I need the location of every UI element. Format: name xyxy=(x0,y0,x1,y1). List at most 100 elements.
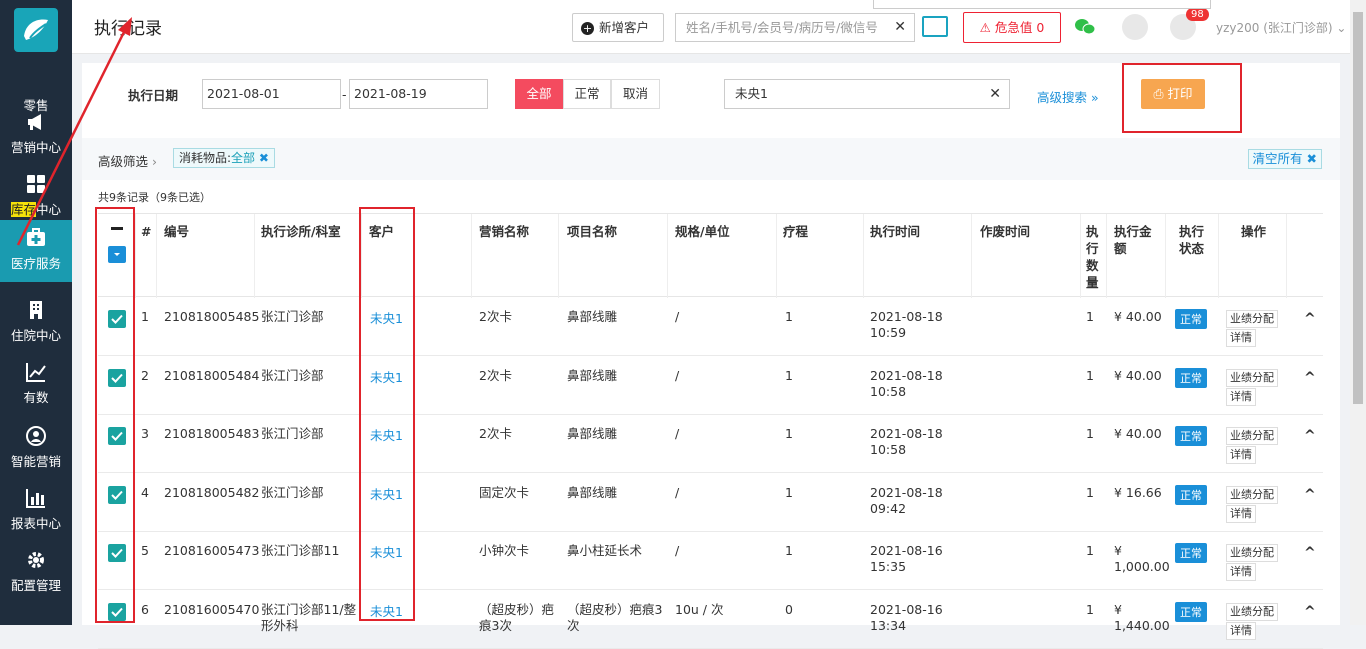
row-course: 1 xyxy=(785,368,793,383)
remove-chip-icon[interactable]: ✖ xyxy=(259,151,269,165)
clear-customer-icon[interactable]: ✕ xyxy=(989,80,1001,108)
row-code: 210818005483 xyxy=(164,426,260,441)
performance-allocation-button[interactable]: 业绩分配 xyxy=(1226,544,1278,562)
table-row[interactable]: 3 210818005483 张江门诊部 未央1 2次卡 鼻部线雕/1 2021-08-18… xyxy=(98,414,1323,473)
performance-allocation-button[interactable]: 业绩分配 xyxy=(1226,369,1278,387)
customer-search-input[interactable]: 姓名/手机号/会员号/病历号/微信号 ✕ xyxy=(675,13,915,42)
chevron-up-icon[interactable]: ^ xyxy=(1304,545,1316,561)
close-icon: ✖ xyxy=(1306,151,1317,166)
filter-all-button[interactable]: 全部 xyxy=(515,79,563,109)
details-button[interactable]: 详情 xyxy=(1226,563,1256,581)
sidebar-item-marketing[interactable]: 营销中心 xyxy=(0,104,72,166)
page-scrollbar[interactable] xyxy=(1350,0,1366,625)
users-icon[interactable] xyxy=(1122,14,1148,40)
chevron-down-icon: ⌄ xyxy=(1336,21,1347,35)
row-exec-time: 10:58 xyxy=(870,442,907,457)
row-amount: ¥ 40.00 xyxy=(1114,426,1162,441)
row-clinic: 张江门诊部 xyxy=(261,426,324,441)
row-index: 1 xyxy=(141,309,149,324)
customer-filter-value: 未央1 xyxy=(735,86,768,101)
performance-allocation-button[interactable]: 业绩分配 xyxy=(1226,427,1278,445)
row-amount: ¥ 40.00 xyxy=(1114,368,1162,383)
row-clinic: 张江门诊部 xyxy=(261,485,324,500)
chevron-up-icon[interactable]: ^ xyxy=(1304,604,1316,620)
chevron-up-icon[interactable]: ^ xyxy=(1304,370,1316,386)
row-code: 210816005470 xyxy=(164,602,260,617)
row-exec-date: 2021-08-18 xyxy=(870,368,943,383)
annotation-box-customer xyxy=(359,207,415,621)
table-row[interactable]: 5 210816005473 张江门诊部11 未央1 小钟次卡 鼻小柱延长术/1 2021-… xyxy=(98,531,1323,590)
critical-value-button[interactable]: ⚠ 危急值 0 xyxy=(963,12,1061,43)
clear-search-icon[interactable]: ✕ xyxy=(894,14,906,41)
sidebar-item-data[interactable]: 有数 xyxy=(0,354,72,416)
sidebar-item-smart-marketing[interactable]: 智能营销 xyxy=(0,418,72,480)
performance-allocation-button[interactable]: 业绩分配 xyxy=(1226,603,1278,621)
row-index: 5 xyxy=(141,543,149,558)
details-button[interactable]: 详情 xyxy=(1226,446,1256,464)
scrollbar-thumb[interactable] xyxy=(1353,12,1363,404)
wechat-icon[interactable] xyxy=(1074,18,1096,36)
sidebar-item-label: 医疗服务 xyxy=(10,256,61,271)
add-customer-button[interactable]: + 新增客户 xyxy=(572,13,664,42)
advanced-search-link[interactable]: 高级搜索 » xyxy=(1037,87,1099,106)
filter-chip-consumables[interactable]: 消耗物品:全部 ✖ xyxy=(173,148,275,168)
row-code: 210816005473 xyxy=(164,543,260,558)
filter-normal-button[interactable]: 正常 xyxy=(563,79,611,109)
sidebar-item-label: 报表中心 xyxy=(10,516,61,531)
page-title: 执行记录 xyxy=(94,19,162,39)
sidebar-item-reports[interactable]: 报表中心 xyxy=(0,480,72,542)
sidebar-item-medical[interactable]: 医疗服务 xyxy=(0,220,72,282)
sidebar-item-config[interactable]: 配置管理 xyxy=(0,542,72,604)
table-row[interactable]: 2 210818005484 张江门诊部 未央1 2次卡 鼻部线雕/1 2021-08-18… xyxy=(98,356,1323,415)
row-qty: 1 xyxy=(1086,309,1094,324)
details-button[interactable]: 详情 xyxy=(1226,388,1256,406)
row-clinic: 张江门诊部 xyxy=(261,368,324,383)
filter-cancel-button[interactable]: 取消 xyxy=(611,79,660,109)
clear-all-filters-button[interactable]: 清空所有 ✖ xyxy=(1247,149,1322,169)
details-button[interactable]: 详情 xyxy=(1226,505,1256,523)
date-from-input[interactable]: 2021-08-01 xyxy=(202,79,341,109)
performance-allocation-button[interactable]: 业绩分配 xyxy=(1226,486,1278,504)
table-row[interactable]: 6 210816005470 张江门诊部11/整形外科 未央1 （超皮秒）疤痕3次 （超皮… xyxy=(98,590,1323,649)
table-row[interactable]: 1 210818005485 张江门诊部 未央1 2次卡 鼻部线雕/1 2021-08-18… xyxy=(98,297,1323,356)
col-spec: 规格/单位 xyxy=(675,224,730,239)
add-customer-label: 新增客户 xyxy=(599,20,650,35)
app-logo[interactable] xyxy=(14,8,58,52)
col-course: 疗程 xyxy=(783,224,809,239)
chevron-up-icon[interactable]: ^ xyxy=(1304,311,1316,327)
sidebar-item-label: 住院中心 xyxy=(10,328,61,343)
row-index: 3 xyxy=(141,426,149,441)
row-amount-cont: 1,440.00 xyxy=(1114,618,1170,633)
row-spec: / xyxy=(675,368,680,383)
date-label: 执行日期 xyxy=(128,88,179,103)
row-exec-time: 15:35 xyxy=(870,559,907,574)
date-separator: - xyxy=(342,87,347,102)
warning-icon: ⚠ xyxy=(979,20,991,35)
status-badge: 正常 xyxy=(1175,368,1207,388)
row-exec-date: 2021-08-16 xyxy=(870,602,943,617)
critical-value-label: 危急值 xyxy=(994,20,1033,35)
megaphone-icon xyxy=(28,114,41,130)
row-qty: 1 xyxy=(1086,368,1094,383)
sidebar-item-inventory[interactable]: 库存中心 xyxy=(0,166,72,228)
row-marketing: 固定次卡 xyxy=(479,485,530,500)
performance-allocation-button[interactable]: 业绩分配 xyxy=(1226,310,1278,328)
chevron-up-icon[interactable]: ^ xyxy=(1304,428,1316,444)
details-button[interactable]: 详情 xyxy=(1226,329,1256,347)
row-course: 1 xyxy=(785,485,793,500)
chevron-right-icon: › xyxy=(152,154,157,169)
id-card-icon[interactable] xyxy=(922,16,948,37)
row-marketing: 2次卡 xyxy=(479,426,512,441)
row-index: 4 xyxy=(141,485,149,500)
chevron-up-icon[interactable]: ^ xyxy=(1304,487,1316,503)
row-index: 2 xyxy=(141,368,149,383)
date-to-input[interactable]: 2021-08-19 xyxy=(349,79,488,109)
table-row[interactable]: 4 210818005482 张江门诊部 未央1 固定次卡 鼻部线雕/1 2021-08-1… xyxy=(98,473,1323,532)
col-qty: 执行数量 xyxy=(1086,224,1099,290)
user-menu[interactable]: yzy200 (张江门诊部) ⌄ xyxy=(1216,19,1346,36)
notification-badge: 98 xyxy=(1186,8,1209,21)
customer-filter-input[interactable]: 未央1 ✕ xyxy=(724,79,1010,109)
sidebar-item-inpatient[interactable]: 住院中心 xyxy=(0,292,72,354)
row-item: 鼻部线雕 xyxy=(567,368,618,383)
sidebar-item-label: 配置管理 xyxy=(10,578,61,593)
